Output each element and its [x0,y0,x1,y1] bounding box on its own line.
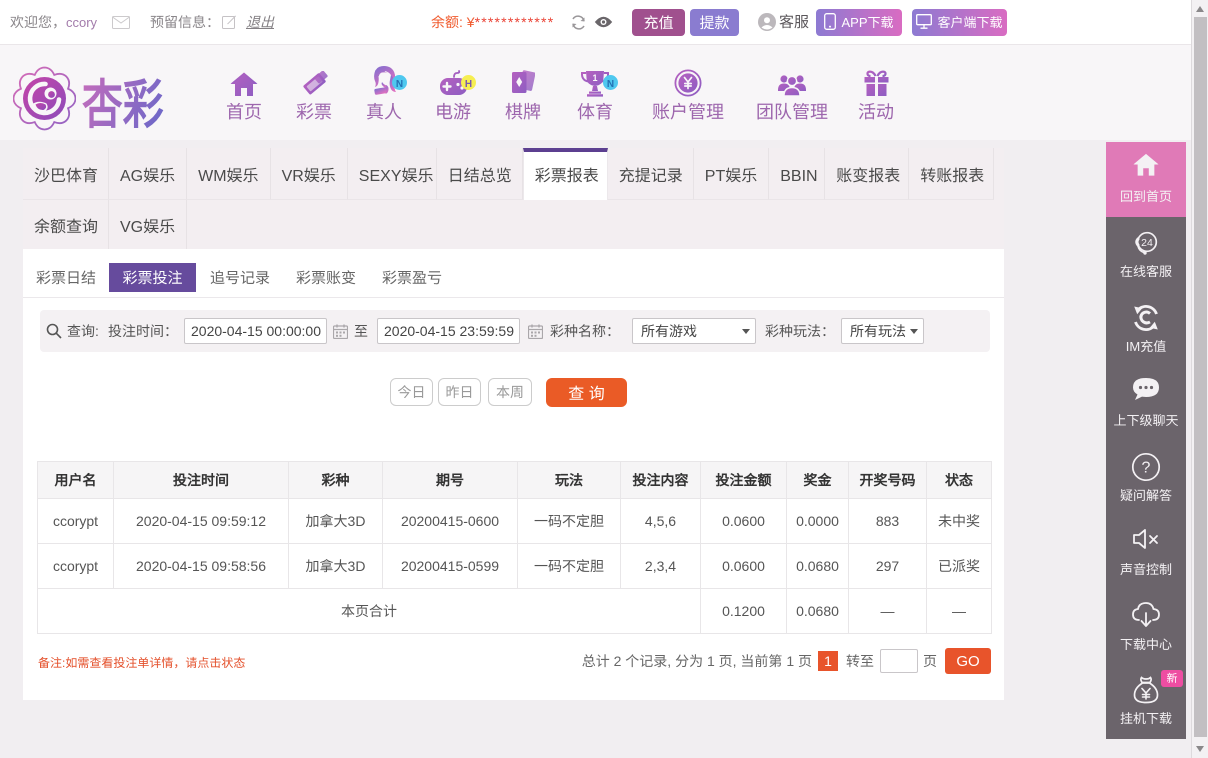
svg-text:24: 24 [1141,237,1153,249]
svg-text:1: 1 [592,73,597,83]
svg-text:?: ? [1142,459,1151,476]
